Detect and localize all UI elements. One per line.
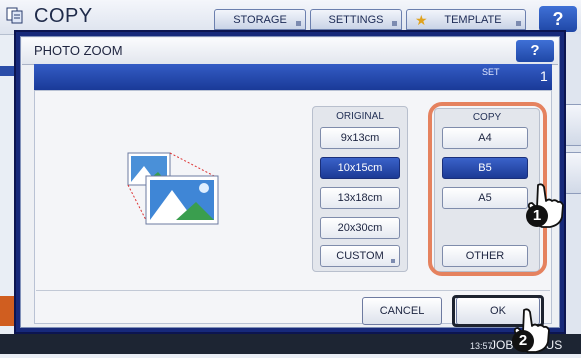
- tab-label: SETTINGS: [328, 14, 384, 26]
- copy-app-icon: [6, 6, 24, 24]
- background-panel: [0, 296, 14, 326]
- set-count: 1: [540, 68, 548, 84]
- background-button: [564, 152, 581, 194]
- tab-label: STORAGE: [233, 14, 287, 26]
- dialog-title: PHOTO ZOOM: [34, 43, 123, 58]
- photo-zoom-icon: [126, 150, 220, 226]
- set-bar: [34, 64, 552, 90]
- star-icon: ★: [415, 12, 428, 28]
- original-option-20x30[interactable]: 20x30cm: [320, 217, 400, 239]
- tab-label: TEMPLATE: [444, 14, 502, 26]
- original-option-custom[interactable]: CUSTOM: [320, 245, 400, 267]
- divider: [36, 290, 550, 291]
- step-2-badge: 2: [512, 330, 534, 352]
- set-label: SET: [482, 67, 500, 77]
- help-button[interactable]: ?: [539, 6, 577, 32]
- original-option-13x18[interactable]: 13x18cm: [320, 187, 400, 209]
- background-panel: [0, 66, 14, 76]
- cancel-button[interactable]: CANCEL: [362, 297, 442, 325]
- step-1-badge: 1: [526, 205, 548, 227]
- option-label: CUSTOM: [336, 250, 384, 262]
- dialog-help-button[interactable]: ?: [516, 40, 554, 62]
- original-label: ORIGINAL: [336, 111, 384, 122]
- original-option-9x13[interactable]: 9x13cm: [320, 127, 400, 149]
- tab-template[interactable]: ★ TEMPLATE: [406, 9, 526, 30]
- app-title: COPY: [34, 5, 93, 27]
- background-button: [564, 104, 581, 146]
- original-option-10x15[interactable]: 10x15cm: [320, 157, 400, 179]
- tab-settings[interactable]: SETTINGS: [310, 9, 402, 30]
- tab-storage[interactable]: STORAGE: [214, 9, 306, 30]
